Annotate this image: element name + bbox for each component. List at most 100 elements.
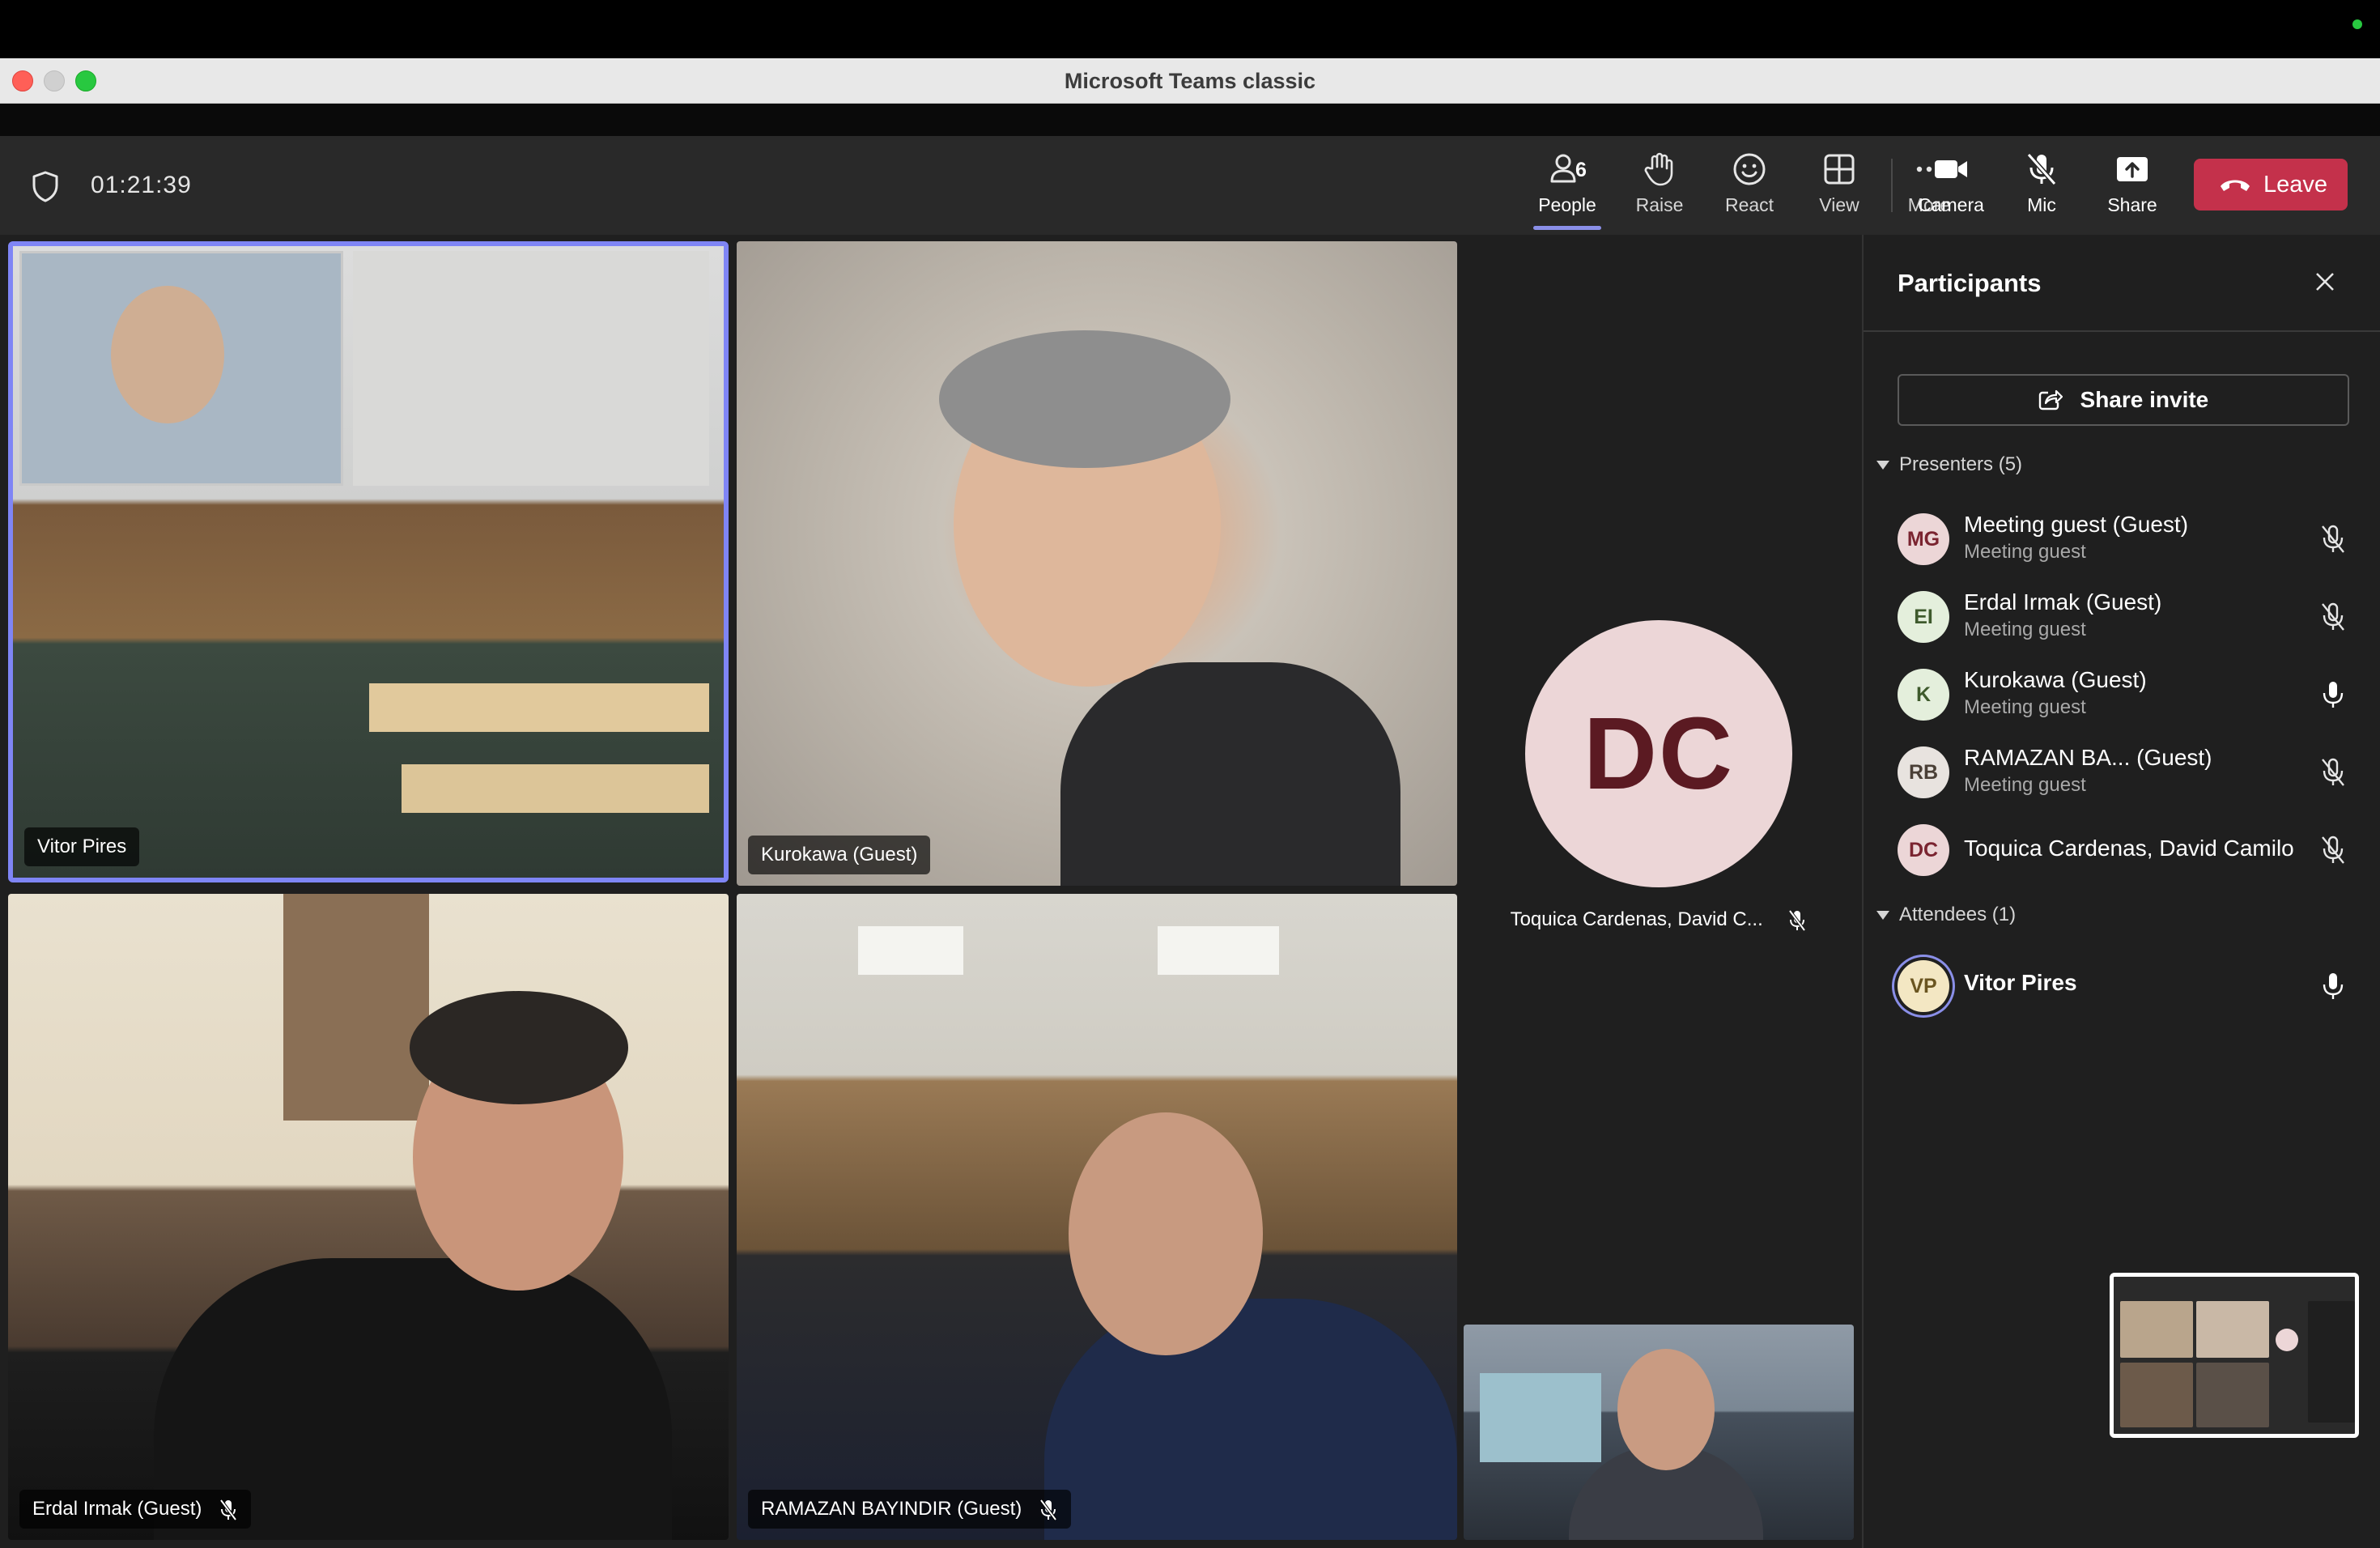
presenters-label: Presenters (5) <box>1899 453 2023 475</box>
video-tile-vitor-pires[interactable]: Vitor Pires <box>8 241 729 882</box>
tile-name: Toquica Cardenas, David C... <box>1510 908 1763 930</box>
tile-name: Kurokawa (Guest) <box>761 844 918 865</box>
mini-tile <box>2120 1301 2193 1358</box>
status-dot <box>2352 19 2362 29</box>
participant-row-toquica[interactable]: DC Toquica Cardenas, David Camilo <box>1898 816 2351 887</box>
chevron-down-icon <box>1876 461 1889 470</box>
avatar-tile-name-row: Toquica Cardenas, David C... <box>1464 908 1854 932</box>
attendees-group-header[interactable]: Attendees (1) <box>1876 904 2016 926</box>
mic-icon <box>2323 973 2344 999</box>
mac-menu-bar <box>0 0 2380 58</box>
wall-picture <box>283 894 429 1121</box>
jacket <box>1060 662 1400 886</box>
share-invite-button[interactable]: Share invite <box>1898 374 2349 426</box>
avatar: EI <box>1898 591 1949 643</box>
avatar: K <box>1898 669 1949 721</box>
tile-name-badge: Erdal Irmak (Guest) <box>19 1490 252 1529</box>
video-stage: Vitor Pires Kurokawa (Guest) Erdal Irmak… <box>0 235 1862 1548</box>
camera-button[interactable]: Camera <box>1910 151 1991 228</box>
mic-label: Mic <box>2027 194 2056 215</box>
participant-role: Meeting guest <box>1964 696 2086 718</box>
mic-off-icon <box>2026 153 2057 185</box>
participant-row-ramazan[interactable]: RB RAMAZAN BA... (Guest) Meeting guest <box>1898 738 2351 810</box>
self-view-preview[interactable] <box>2110 1273 2359 1438</box>
people-count: 6 <box>1575 159 1587 181</box>
mini-tile <box>2120 1363 2193 1427</box>
video-tile-room-speaker[interactable] <box>1464 1325 1854 1540</box>
raise-hand-button[interactable]: Raise <box>1619 151 1700 228</box>
participant-name: Kurokawa (Guest) <box>1964 667 2147 692</box>
leave-button[interactable]: Leave <box>2194 159 2348 211</box>
participant-name: Toquica Cardenas, David Camilo <box>1964 836 2294 861</box>
video-tile-kurokawa[interactable]: Kurokawa (Guest) <box>737 241 1457 886</box>
hand-icon <box>1644 152 1673 186</box>
window-header-strip <box>0 104 2380 136</box>
shield-icon[interactable] <box>31 170 60 202</box>
close-icon[interactable] <box>2310 267 2340 296</box>
react-label: React <box>1724 194 1774 215</box>
react-button[interactable]: React <box>1709 151 1790 228</box>
muted-mic-icon <box>1788 909 1807 931</box>
muted-mic-icon <box>2322 602 2344 631</box>
classroom-desk <box>369 683 709 732</box>
grid-icon <box>1824 154 1855 185</box>
muted-mic-icon <box>2322 836 2344 864</box>
avatar-tile-toquica[interactable]: DC Toquica Cardenas, David C... <box>1464 241 1854 1318</box>
camera-label: Camera <box>1918 194 1984 215</box>
leave-label: Leave <box>2263 172 2328 198</box>
projector-screen <box>1480 1373 1601 1462</box>
projected-face <box>111 286 224 423</box>
avatar: DC <box>1898 824 1949 876</box>
meeting-toolbar: 01:21:39 6 People Raise React View More … <box>0 136 2380 235</box>
participant-name: Meeting guest (Guest) <box>1964 512 2189 537</box>
classroom-desk <box>402 764 709 813</box>
share-icon <box>2038 389 2063 410</box>
tile-name-badge: Vitor Pires <box>24 827 140 866</box>
presenters-group-header[interactable]: Presenters (5) <box>1876 453 2022 476</box>
participant-row-erdal-irmak[interactable]: EI Erdal Irmak (Guest) Meeting guest <box>1898 583 2351 654</box>
share-screen-icon <box>2117 157 2148 181</box>
camera-icon <box>1935 160 1967 178</box>
attendees-label: Attendees (1) <box>1899 904 2017 925</box>
tile-name-badge: Kurokawa (Guest) <box>748 836 931 874</box>
window-title-bar: Microsoft Teams classic <box>0 58 2380 104</box>
panel-title: Participants <box>1898 269 2042 297</box>
panel-divider <box>1864 330 2380 332</box>
people-label: People <box>1538 194 1596 215</box>
avatar: DC <box>1525 620 1792 887</box>
muted-mic-icon <box>2322 758 2344 786</box>
mic-button[interactable]: Mic <box>2001 151 2082 228</box>
people-button[interactable]: 6 People <box>1527 151 1608 230</box>
muted-mic-icon <box>2322 525 2344 553</box>
mini-tile <box>2196 1363 2269 1427</box>
ceiling-light <box>858 926 963 975</box>
video-tile-ramazan-bayindir[interactable]: RAMAZAN BAYINDIR (Guest) <box>737 894 1457 1540</box>
share-button[interactable]: Share <box>2092 151 2173 228</box>
participant-row-vitor-pires[interactable]: VP Vitor Pires <box>1898 952 2351 1023</box>
hang-up-icon <box>2221 180 2250 191</box>
whiteboard <box>353 251 709 486</box>
participant-hair <box>939 330 1230 468</box>
projector-screen <box>19 251 343 486</box>
participant-hair <box>410 991 628 1104</box>
tile-name-badge: RAMAZAN BAYINDIR (Guest) <box>748 1490 1071 1529</box>
toolbar-separator <box>1891 159 1893 212</box>
avatar: MG <box>1898 513 1949 565</box>
participant-row-meeting-guest[interactable]: MG Meeting guest (Guest) Meeting guest <box>1898 505 2351 576</box>
share-label: Share <box>2107 194 2157 215</box>
mini-tile <box>2196 1301 2269 1358</box>
participant-name: Vitor Pires <box>1964 970 2077 995</box>
participant-row-kurokawa[interactable]: K Kurokawa (Guest) Meeting guest <box>1898 661 2351 732</box>
view-label: View <box>1819 194 1859 215</box>
muted-mic-icon <box>1039 1499 1057 1520</box>
raise-label: Raise <box>1635 194 1684 215</box>
participant-name: RAMAZAN BA... (Guest) <box>1964 745 2212 770</box>
chevron-down-icon <box>1876 911 1889 921</box>
share-invite-label: Share invite <box>2080 387 2209 412</box>
window-title: Microsoft Teams classic <box>1064 69 1316 93</box>
meeting-timer: 01:21:39 <box>91 172 192 198</box>
view-button[interactable]: View <box>1799 151 1880 228</box>
participant-role: Meeting guest <box>1964 774 2086 796</box>
video-tile-erdal-irmak[interactable]: Erdal Irmak (Guest) <box>8 894 729 1540</box>
avatar: VP <box>1898 960 1949 1012</box>
